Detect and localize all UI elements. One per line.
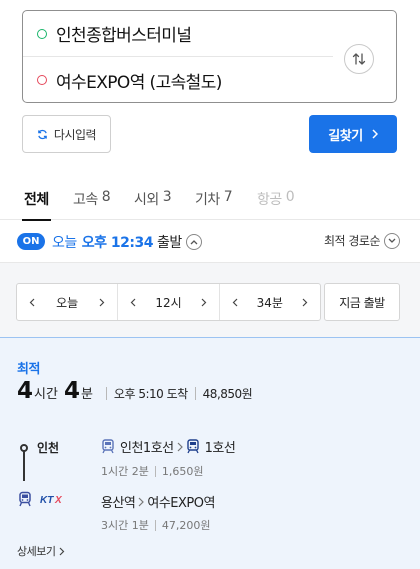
ktx-logo: KT X	[39, 493, 69, 505]
destination-dot-icon	[37, 75, 47, 85]
day-selector: 오늘	[17, 284, 119, 320]
tab-express-bus[interactable]: 고속 8	[73, 176, 111, 220]
chevron-left-icon	[130, 298, 136, 306]
departure-day: 오늘	[52, 235, 77, 251]
leg2-from: 용산역	[101, 496, 136, 511]
chevron-right-icon	[138, 497, 145, 507]
search-button[interactable]: 길찾기	[309, 115, 397, 153]
chevron-right-icon	[177, 442, 183, 452]
divider	[105, 386, 107, 400]
chevron-up-icon	[185, 234, 202, 250]
next-minute-button[interactable]	[300, 298, 310, 307]
destination-text: 여수EXPO역 (고속철도)	[56, 72, 222, 93]
chevron-left-icon	[232, 298, 238, 306]
leg1-path: 인천1호선 1호선	[101, 437, 236, 456]
ktx-leg-marker: KT X	[17, 491, 69, 507]
duration-hours: 4	[17, 378, 34, 404]
refresh-icon	[37, 129, 48, 140]
transport-tabs: 전체 고속 8 시외 3 기차 7 항공 0	[0, 176, 420, 221]
start-stop: 인천	[20, 439, 59, 456]
origin-field[interactable]: 인천종합버스터미널	[23, 11, 333, 57]
hour-value: 12시	[155, 295, 182, 310]
prev-hour-button[interactable]	[128, 298, 138, 307]
route-line	[23, 451, 25, 481]
leg1-duration: 1시간 2분	[101, 465, 149, 478]
start-stop-name: 인천	[37, 441, 60, 455]
svg-text:X: X	[54, 495, 63, 505]
leg2-duration: 3시간 1분	[101, 519, 149, 532]
departure-clock: 오후 12:34	[81, 235, 154, 251]
reset-button[interactable]: 다시입력	[22, 115, 111, 153]
duration-minutes: 4	[63, 378, 80, 404]
minute-selector: 34분	[220, 284, 320, 320]
tab-train[interactable]: 기차 7	[195, 176, 233, 220]
tab-all[interactable]: 전체	[22, 176, 51, 221]
day-value: 오늘	[56, 295, 79, 310]
duration-hours-unit: 시간	[34, 387, 58, 402]
svg-text:KT: KT	[40, 495, 54, 505]
route-result-card[interactable]: 최적 4 시간 4 분 오후 5:10 도착 48,850원 인천 인천1호선	[0, 337, 420, 569]
best-route-label: 최적	[17, 362, 40, 377]
divider	[154, 465, 156, 477]
departure-time-row: ON 오늘 오후 12:34 출발 최적 경로순	[0, 221, 420, 263]
duration-minutes-unit: 분	[80, 387, 93, 402]
search-label: 길찾기	[328, 128, 363, 144]
chevron-right-icon	[99, 298, 105, 306]
route-input-box: 인천종합버스터미널 여수EXPO역 (고속철도)	[22, 10, 397, 103]
divider	[194, 386, 196, 400]
leg1-fare: 1,650원	[161, 465, 204, 478]
next-day-button[interactable]	[97, 298, 107, 307]
chevron-right-icon	[302, 298, 308, 306]
sort-dropdown[interactable]: 최적 경로순	[324, 232, 400, 249]
total-fare: 48,850원	[202, 387, 253, 401]
chevron-right-icon	[59, 547, 65, 556]
route-summary: 4 시간 4 분 오후 5:10 도착 48,850원	[17, 378, 253, 408]
leg2-to: 여수EXPO역	[147, 496, 215, 511]
leg2-info: 3시간 1분 47,200원	[101, 517, 210, 533]
tab-intercity-bus[interactable]: 시외 3	[134, 176, 172, 220]
subway-icon	[186, 439, 199, 454]
next-hour-button[interactable]	[199, 298, 209, 307]
prev-day-button[interactable]	[27, 298, 37, 307]
divider	[154, 519, 156, 531]
chevron-right-icon	[201, 298, 206, 306]
sort-label: 최적 경로순	[323, 234, 381, 248]
departure-time-toggle[interactable]: 오늘 오후 12:34 출발	[52, 232, 202, 252]
destination-field[interactable]: 여수EXPO역 (고속철도)	[23, 57, 333, 103]
on-toggle[interactable]: ON	[17, 233, 45, 250]
minute-value: 34분	[256, 295, 283, 310]
prev-minute-button[interactable]	[230, 298, 240, 307]
tab-air[interactable]: 항공 0	[257, 176, 295, 220]
arrival-time: 오후 5:10 도착	[113, 387, 188, 401]
hour-selector: 12시	[118, 284, 220, 320]
time-selector: 오늘 12시 34분	[16, 283, 321, 321]
depart-now-button[interactable]: 지금 출발	[324, 283, 400, 321]
swap-button[interactable]	[344, 44, 374, 74]
origin-text: 인천종합버스터미널	[56, 26, 192, 46]
origin-dot-icon	[37, 28, 47, 39]
leg2-fare: 47,200원	[161, 519, 211, 532]
reset-label: 다시입력	[53, 127, 97, 142]
chevron-left-icon	[29, 298, 35, 306]
leg1-info: 1시간 2분 1,650원	[101, 463, 203, 479]
train-icon	[19, 491, 31, 507]
leg1-from: 인천1호선	[120, 441, 174, 456]
detail-link[interactable]: 상세보기	[17, 543, 65, 559]
swap-icon	[352, 53, 366, 65]
detail-label: 상세보기	[17, 545, 56, 558]
subway-icon	[102, 439, 114, 454]
chevron-right-icon	[372, 129, 378, 139]
chevron-down-icon	[384, 232, 400, 249]
departure-suffix: 출발	[156, 235, 182, 251]
leg2-path: 용산역 여수EXPO역	[101, 492, 215, 511]
leg1-to: 1호선	[204, 441, 236, 456]
